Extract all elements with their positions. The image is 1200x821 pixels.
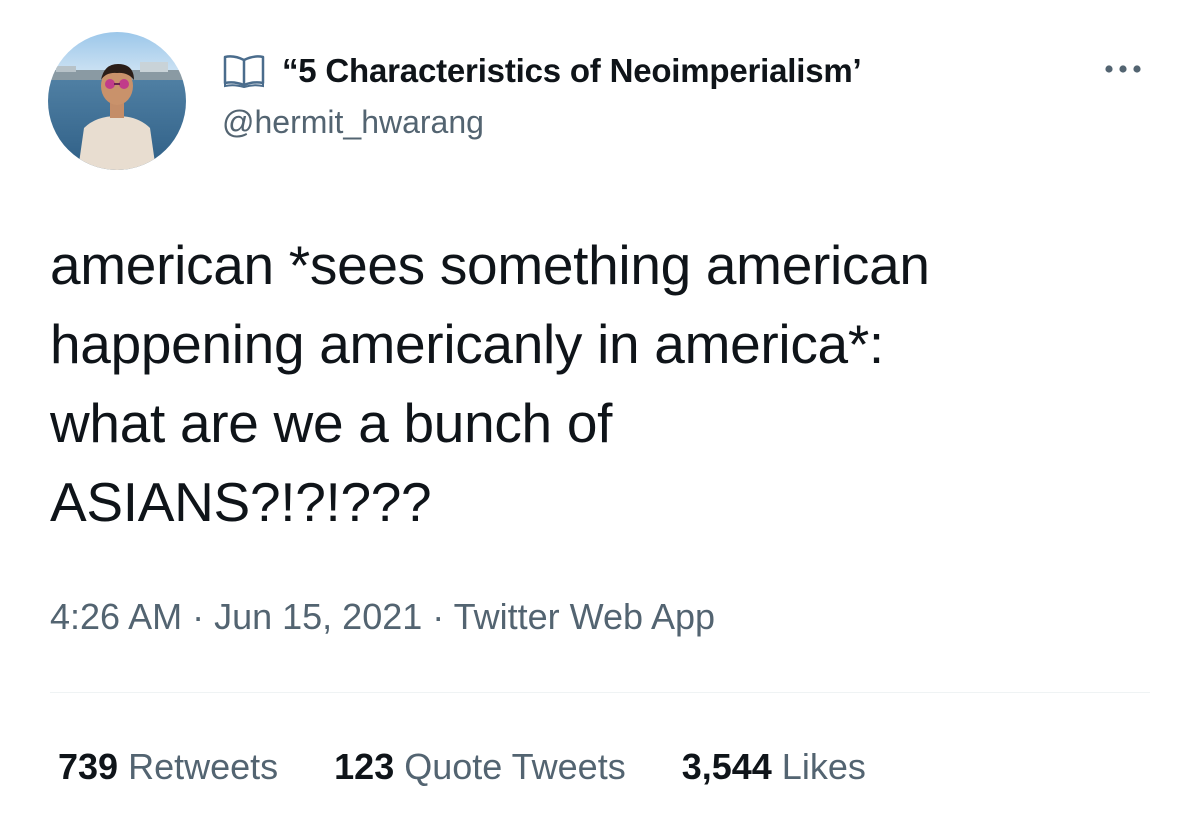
tweet-card: “5 Characteristics of Neoimperialism’ @h… [0,0,1200,821]
tweet-text-line: what are we a bunch of [50,392,613,454]
quote-tweets-link[interactable]: 123 Quote Tweets [334,746,626,788]
quote-tweets-count: 123 [334,746,405,787]
more-options-button[interactable] [1100,52,1150,82]
profile-photo [48,32,186,170]
tweet-header: “5 Characteristics of Neoimperialism’ @h… [222,50,1082,141]
retweets-link[interactable]: 739 Retweets [58,746,278,788]
avatar[interactable] [48,32,186,170]
user-handle[interactable]: @hermit_hwarang [222,104,1082,141]
display-name: “5 Characteristics of Neoimperialism’ [282,52,862,89]
tweet-time-link[interactable]: 4:26 AM · Jun 15, 2021 [50,596,422,637]
tweet-text-line: happening americanly in america*: [50,313,884,375]
separator: · [422,596,454,637]
author-name-link[interactable]: “5 Characteristics of Neoimperialism’ [222,50,1082,92]
likes-link[interactable]: 3,544 Likes [682,746,866,788]
tweet-text: american *sees something american happen… [50,226,1160,542]
tweet-source-link[interactable]: Twitter Web App [454,596,715,637]
retweets-label: Retweets [128,746,279,787]
open-book-icon [222,54,266,89]
likes-count: 3,544 [681,746,782,787]
tweet-metadata: 4:26 AM · Jun 15, 2021 · Twitter Web App [50,596,715,638]
retweets-count: 739 [58,746,129,787]
tweet-text-line: ASIANS?!?!??? [50,471,432,533]
tweet-time: 4:26 AM [50,596,183,637]
tweet-date: Jun 15, 2021 [214,596,423,637]
quote-tweets-label: Quote Tweets [404,746,626,787]
tweet-text-line: american *sees something american [50,234,930,296]
likes-label: Likes [781,746,866,787]
separator: · [182,596,215,637]
divider [50,692,1150,693]
more-dots-icon [1105,65,1141,73]
tweet-stats: 739 Retweets 123 Quote Tweets 3,544 Like… [58,746,922,788]
